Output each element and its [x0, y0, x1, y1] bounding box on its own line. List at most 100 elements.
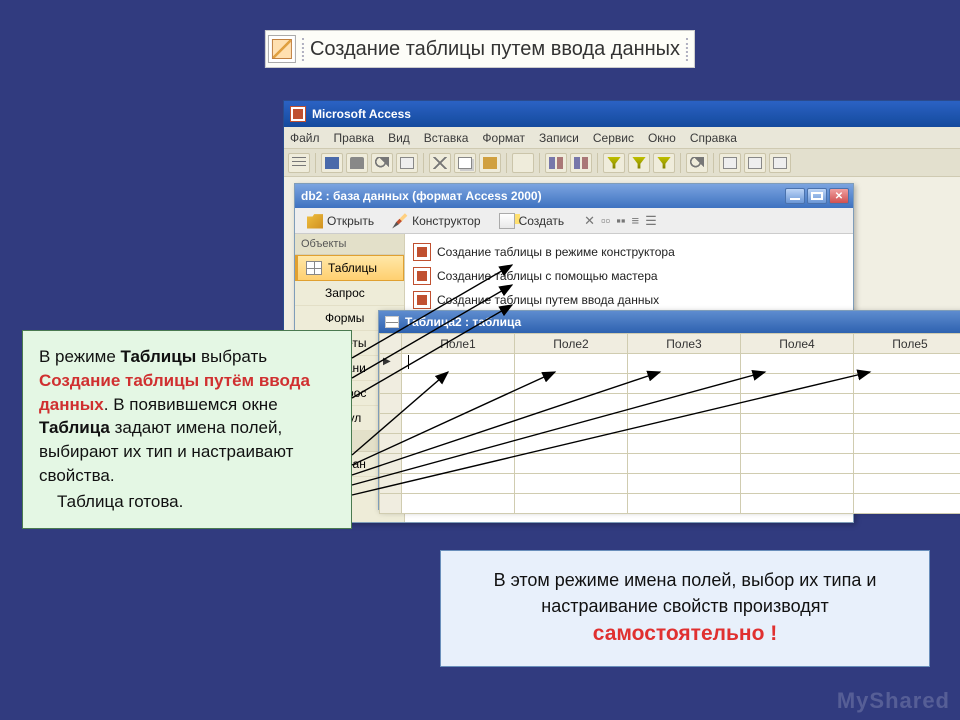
menu-insert[interactable]: Вставка [424, 131, 469, 145]
close-button[interactable] [829, 188, 849, 204]
cell[interactable] [628, 434, 741, 454]
design-button[interactable]: Конструктор [386, 211, 486, 231]
toolbar-sep [713, 153, 714, 173]
list-item-create-design[interactable]: Создание таблицы в режиме конструктора [409, 240, 849, 264]
save-button[interactable] [321, 153, 343, 173]
find-button[interactable] [686, 153, 708, 173]
cell[interactable] [402, 394, 515, 414]
spell-button[interactable] [396, 153, 418, 173]
maximize-button[interactable] [807, 188, 827, 204]
cell[interactable] [741, 354, 854, 374]
menu-records[interactable]: Записи [539, 131, 579, 145]
new-button[interactable]: Создать [493, 211, 571, 231]
menubar[interactable]: Файл Правка Вид Вставка Формат Записи Се… [284, 127, 960, 149]
list-item-create-entry[interactable]: Создание таблицы путем ввода данных [409, 288, 849, 312]
cell[interactable] [402, 434, 515, 454]
cell[interactable] [854, 394, 960, 414]
view-button[interactable] [288, 153, 310, 173]
datasheet-grid[interactable]: Поле1 Поле2 Поле3 Поле4 Поле5 [379, 333, 960, 514]
menu-service[interactable]: Сервис [593, 131, 634, 145]
col-header-5[interactable]: Поле5 [854, 334, 960, 354]
cell[interactable] [854, 494, 960, 514]
col-header-2[interactable]: Поле2 [515, 334, 628, 354]
menu-edit[interactable]: Правка [334, 131, 375, 145]
cell[interactable] [628, 494, 741, 514]
small-icons-icon[interactable]: ▪▪ [616, 213, 625, 229]
list-item-create-wizard[interactable]: Создание таблицы с помощью мастера [409, 264, 849, 288]
row-selector[interactable] [380, 474, 402, 494]
large-icons-icon[interactable]: ▫▫ [601, 213, 610, 229]
cell[interactable] [515, 494, 628, 514]
toggle-filter-button[interactable] [653, 153, 675, 173]
cell[interactable] [854, 474, 960, 494]
cell[interactable] [402, 374, 515, 394]
row-selector[interactable] [380, 434, 402, 454]
cell[interactable] [741, 454, 854, 474]
cell[interactable] [628, 374, 741, 394]
cell[interactable] [628, 414, 741, 434]
delete-icon[interactable]: ✕ [584, 213, 595, 229]
cell[interactable] [854, 414, 960, 434]
cell[interactable] [515, 374, 628, 394]
col-header-4[interactable]: Поле4 [741, 334, 854, 354]
cell[interactable] [741, 434, 854, 454]
open-button[interactable]: Открыть [301, 211, 380, 231]
cell[interactable] [628, 354, 741, 374]
undo-button[interactable] [512, 153, 534, 173]
cell[interactable] [515, 454, 628, 474]
cell[interactable] [402, 454, 515, 474]
row-selector[interactable] [380, 394, 402, 414]
row-selector[interactable] [380, 454, 402, 474]
cut-button[interactable] [429, 153, 451, 173]
cell[interactable] [741, 494, 854, 514]
print-button[interactable] [346, 153, 368, 173]
cell[interactable] [854, 354, 960, 374]
cell[interactable] [402, 494, 515, 514]
cell[interactable] [515, 474, 628, 494]
cell[interactable] [628, 474, 741, 494]
cell[interactable] [741, 474, 854, 494]
list-icon[interactable]: ≡ [632, 213, 640, 229]
new-record-button[interactable] [719, 153, 741, 173]
col-header-3[interactable]: Поле3 [628, 334, 741, 354]
cell[interactable] [402, 474, 515, 494]
cell[interactable] [515, 434, 628, 454]
preview-button[interactable] [371, 153, 393, 173]
sort-asc-button[interactable] [545, 153, 567, 173]
menu-file[interactable]: Файл [290, 131, 320, 145]
menu-view[interactable]: Вид [388, 131, 410, 145]
db-window-button[interactable] [744, 153, 766, 173]
filter-form-button[interactable] [628, 153, 650, 173]
menu-window[interactable]: Окно [648, 131, 676, 145]
menu-format[interactable]: Формат [482, 131, 525, 145]
row-selector-current[interactable] [380, 354, 402, 374]
filter-sel-button[interactable] [603, 153, 625, 173]
cell[interactable] [741, 394, 854, 414]
sidebar-item-queries[interactable]: Запрос [295, 281, 404, 306]
cell[interactable] [515, 414, 628, 434]
col-header-1[interactable]: Поле1 [402, 334, 515, 354]
cell[interactable] [628, 394, 741, 414]
cell[interactable] [402, 414, 515, 434]
row-selector[interactable] [380, 414, 402, 434]
cell[interactable] [854, 374, 960, 394]
minimize-button[interactable] [785, 188, 805, 204]
copy-button[interactable] [454, 153, 476, 173]
corner-cell[interactable] [380, 334, 402, 354]
cell[interactable] [741, 374, 854, 394]
cell-edit[interactable] [402, 354, 515, 374]
cell[interactable] [515, 354, 628, 374]
menu-help[interactable]: Справка [690, 131, 737, 145]
cell[interactable] [515, 394, 628, 414]
row-selector[interactable] [380, 374, 402, 394]
paste-button[interactable] [479, 153, 501, 173]
sort-desc-button[interactable] [570, 153, 592, 173]
cell[interactable] [628, 454, 741, 474]
cell[interactable] [741, 414, 854, 434]
row-selector[interactable] [380, 494, 402, 514]
details-icon[interactable]: ☰ [645, 213, 657, 229]
cell[interactable] [854, 434, 960, 454]
relations-button[interactable] [769, 153, 791, 173]
sidebar-item-tables[interactable]: Таблицы [295, 255, 404, 281]
cell[interactable] [854, 454, 960, 474]
